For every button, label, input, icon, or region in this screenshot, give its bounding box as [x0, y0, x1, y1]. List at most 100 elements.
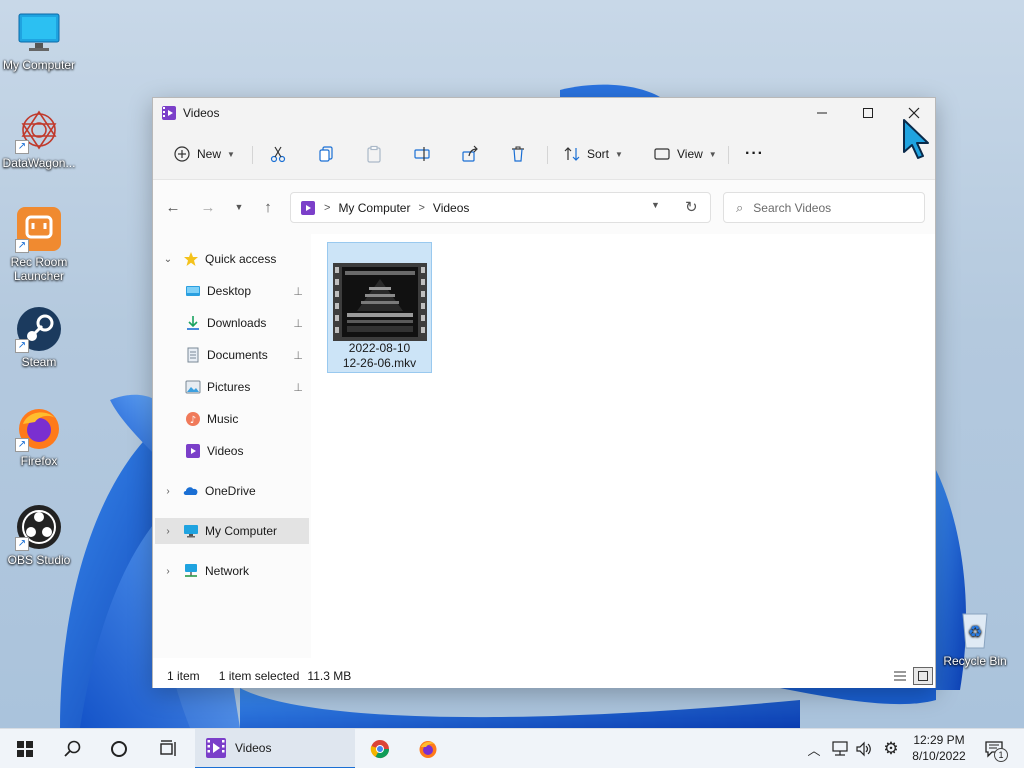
- task-view-button[interactable]: [150, 729, 186, 768]
- minimize-icon: [817, 112, 827, 114]
- pin-icon[interactable]: ⊥: [293, 317, 303, 330]
- cortana-button[interactable]: [101, 729, 137, 768]
- nav-item-onedrive[interactable]: › OneDrive: [155, 478, 309, 504]
- address-row: ← → ▼ ↑ > My Computer > Videos ▼ ↻ ⌕: [153, 180, 935, 234]
- chevron-right-icon: >: [324, 201, 331, 214]
- downloads-icon: [185, 315, 201, 331]
- nav-item-quick-access[interactable]: ⌄ Quick access: [155, 246, 309, 272]
- paste-button[interactable]: [357, 138, 391, 170]
- search-icon: [64, 740, 81, 757]
- back-button[interactable]: ←: [161, 195, 185, 219]
- minimize-button[interactable]: [799, 98, 845, 128]
- window-title: Videos: [183, 106, 220, 120]
- selection-size: 11.3 MB: [307, 669, 352, 683]
- network-tray-button[interactable]: [829, 729, 851, 768]
- clock[interactable]: 12:29 PM 8/10/2022: [905, 732, 973, 764]
- chevron-right-icon[interactable]: ›: [161, 486, 175, 497]
- refresh-icon[interactable]: ↻: [685, 198, 698, 216]
- breadcrumb-videos[interactable]: Videos: [433, 201, 469, 215]
- search-input[interactable]: [753, 200, 914, 215]
- search-taskbar-button[interactable]: [54, 729, 90, 768]
- settings-tray-button[interactable]: ⚙: [879, 729, 903, 768]
- desktop-icon-firefox[interactable]: ↗ Firefox: [0, 404, 78, 468]
- nav-item-downloads[interactable]: Downloads ⊥: [177, 310, 309, 336]
- nav-item-pictures[interactable]: Pictures ⊥: [177, 374, 309, 400]
- forward-button[interactable]: →: [196, 195, 220, 219]
- cortana-circle-icon: [111, 741, 127, 757]
- firefox-icon: ↗: [15, 404, 63, 452]
- chevron-right-icon: >: [418, 201, 425, 214]
- chevron-down-icon: ▼: [227, 149, 235, 159]
- new-button[interactable]: New ▼: [165, 138, 243, 170]
- desktop-icon-datawagon[interactable]: ↗ DataWagon...: [0, 106, 78, 170]
- command-bar: New ▼ Sort ▼ View ▼ ···: [153, 128, 935, 180]
- divider: [547, 146, 548, 164]
- copy-button[interactable]: [309, 138, 343, 170]
- rename-button[interactable]: [405, 138, 439, 170]
- pin-icon[interactable]: ⊥: [293, 381, 303, 394]
- divider: [252, 146, 253, 164]
- sort-icon: [564, 147, 580, 161]
- pin-icon[interactable]: ⊥: [293, 349, 303, 362]
- up-button[interactable]: ↑: [256, 195, 280, 219]
- search-box[interactable]: ⌕: [723, 192, 925, 223]
- desktop-icon-label: Recycle Bin: [943, 654, 1007, 668]
- more-options-button[interactable]: ···: [737, 138, 772, 170]
- nav-label: Pictures: [207, 380, 251, 394]
- nav-item-network[interactable]: › Network: [155, 558, 309, 584]
- selection-count: 1 item selected: [218, 669, 300, 683]
- desktop-icon-recycle-bin[interactable]: ♻ Recycle Bin: [936, 604, 1014, 668]
- network-icon: [183, 563, 199, 579]
- title-bar[interactable]: Videos: [153, 98, 935, 128]
- breadcrumb-my-computer[interactable]: My Computer: [338, 201, 410, 215]
- obs-icon: ↗: [15, 503, 63, 551]
- nav-item-desktop[interactable]: Desktop ⊥: [177, 278, 309, 304]
- chevron-down-icon[interactable]: ⌄: [161, 254, 175, 265]
- taskbar-app-firefox[interactable]: [410, 729, 446, 768]
- shortcut-arrow-icon: ↗: [15, 537, 29, 551]
- address-bar[interactable]: > My Computer > Videos ▼ ↻: [290, 192, 711, 223]
- sort-button[interactable]: Sort ▼: [555, 138, 631, 170]
- cut-button[interactable]: [261, 138, 295, 170]
- start-button[interactable]: [6, 729, 44, 768]
- desktop-folder-icon: [185, 283, 201, 299]
- desktop-icon-steam[interactable]: ↗ Steam: [0, 305, 78, 369]
- desktop-icon-my-computer[interactable]: My Computer: [0, 8, 78, 72]
- nav-item-music[interactable]: ♪ Music: [177, 406, 309, 432]
- divider: [728, 146, 729, 164]
- recent-locations-button[interactable]: ▼: [227, 195, 251, 219]
- notification-center-button[interactable]: 1: [981, 729, 1008, 768]
- details-view-button[interactable]: [890, 667, 910, 685]
- chevron-right-icon[interactable]: ›: [161, 566, 175, 577]
- nav-label: Network: [205, 564, 250, 578]
- taskbar-app-chrome[interactable]: [362, 729, 398, 768]
- file-name-line: 2022-08-10: [348, 341, 411, 355]
- cloud-icon: [183, 483, 199, 499]
- desktop-icon-label: Steam: [21, 355, 57, 369]
- taskbar-app-videos[interactable]: Videos: [195, 729, 355, 768]
- file-list-area[interactable]: 2022-08-10 12-26-06.mkv: [311, 234, 935, 658]
- show-hidden-icons-button[interactable]: ︿: [805, 729, 823, 768]
- desktop-icon-obs[interactable]: ↗ OBS Studio: [0, 503, 78, 567]
- nav-item-my-computer[interactable]: › My Computer: [155, 518, 309, 544]
- maximize-button[interactable]: [845, 98, 891, 128]
- address-history-chevron-icon[interactable]: ▼: [651, 200, 660, 210]
- desktop-icon-rec-room[interactable]: ↗ Rec Room Launcher: [0, 205, 78, 283]
- task-view-icon: [160, 740, 176, 756]
- nav-item-documents[interactable]: Documents ⊥: [177, 342, 309, 368]
- video-thumbnail-icon: [333, 263, 427, 341]
- view-icon: [654, 148, 670, 160]
- nav-label: Music: [207, 412, 239, 426]
- arrow-left-icon: ←: [165, 198, 181, 216]
- file-item[interactable]: 2022-08-10 12-26-06.mkv: [327, 242, 432, 373]
- delete-button[interactable]: [501, 138, 535, 170]
- nav-item-videos[interactable]: Videos: [177, 438, 309, 464]
- share-button[interactable]: [453, 138, 487, 170]
- volume-button[interactable]: [853, 729, 875, 768]
- view-button[interactable]: View ▼: [645, 138, 725, 170]
- nav-label: Desktop: [207, 284, 252, 298]
- pin-icon[interactable]: ⊥: [293, 285, 303, 298]
- large-icons-view-button[interactable]: [913, 667, 933, 685]
- svg-text:♻: ♻: [968, 622, 982, 641]
- chevron-right-icon[interactable]: ›: [161, 526, 175, 537]
